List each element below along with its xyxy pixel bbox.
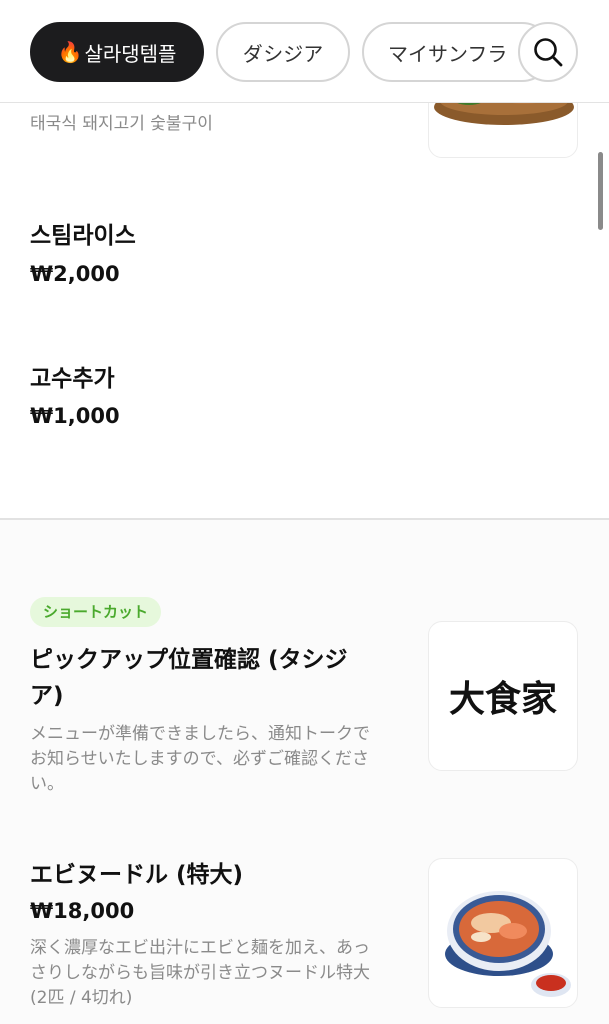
menu-item-image[interactable]: 大食家 bbox=[428, 621, 578, 771]
tab-dashijia[interactable]: ダシジア bbox=[216, 22, 350, 82]
scrollbar[interactable] bbox=[598, 152, 603, 230]
menu-item-name[interactable]: エビヌードル (特大) bbox=[30, 857, 380, 893]
menu-item-price: ₩18,000 bbox=[30, 899, 135, 923]
shrimp-noodle-bowl-image bbox=[445, 891, 571, 997]
menu-item-price: ₩2,000 bbox=[30, 262, 120, 286]
menu-item-description: メニューが準備できましたら、通知トークでお知らせいたしますので、必ずご確認くださ… bbox=[30, 724, 370, 794]
menu-item-image[interactable] bbox=[428, 858, 578, 1008]
shortcut-badge: ショートカット bbox=[30, 597, 162, 627]
search-icon bbox=[534, 38, 563, 67]
menu-item-description: 태국식 돼지고기 숯불구이 bbox=[30, 114, 213, 134]
search-button[interactable] bbox=[518, 22, 578, 82]
menu-item-name[interactable]: ピックアップ位置確認 (タシジア) bbox=[30, 642, 380, 714]
category-tab-bar: 🔥 살라댕템플 ダシジア マイサンフラ bbox=[0, 0, 609, 103]
menu-item-description: 深く濃厚なエビ出汁にエビと麺を加え、あっさりしながらも旨味が引き立つヌードル特大… bbox=[30, 938, 370, 1008]
dashikka-logo: 大食家 bbox=[448, 678, 557, 720]
menu-item-name[interactable]: 스팀라이스 bbox=[30, 218, 136, 254]
menu-item-name[interactable]: 고수추가 bbox=[30, 361, 115, 397]
menu-item-price: ₩1,000 bbox=[30, 404, 120, 428]
tab-label: 살라댕템플 bbox=[84, 41, 177, 66]
fire-icon: 🔥 bbox=[57, 40, 83, 64]
tab-label: ダシジア bbox=[242, 41, 324, 66]
tab-label: マイサンフラ bbox=[388, 41, 508, 66]
tab-salad-temple[interactable]: 🔥 살라댕템플 bbox=[30, 22, 204, 82]
